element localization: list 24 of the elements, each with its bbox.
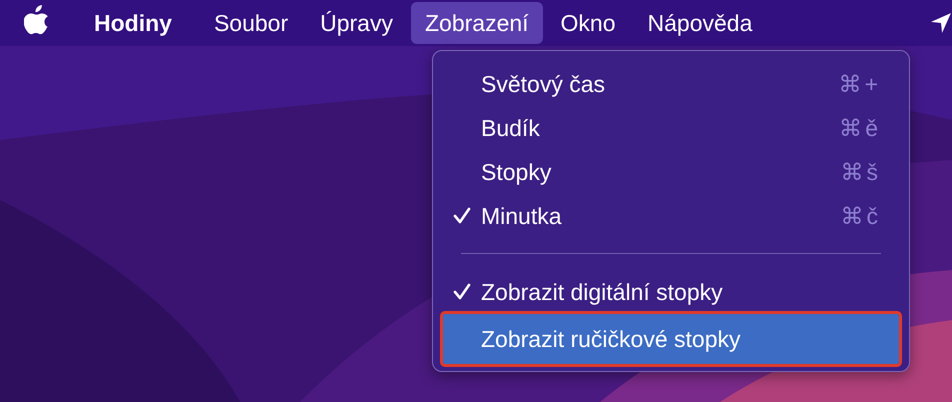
option-label: Minutka [481,202,563,230]
keyboard-shortcut: ⌘ě [839,114,881,142]
menu-item[interactable]: Okno [546,2,630,44]
apple-icon[interactable] [24,5,50,35]
option-label: Světový čas [481,70,606,98]
menu-item[interactable]: Úpravy [306,2,407,44]
menu-item[interactable]: Zobrazení [410,2,543,44]
keyboard-shortcut: ⌘+ [838,70,881,98]
menu-item[interactable]: Soubor [200,2,302,44]
option-label: Zobrazit digitální stopky [481,278,724,306]
keyboard-shortcut: ⌘č [840,202,881,230]
location-arrow-icon[interactable] [930,12,952,34]
app-menu[interactable]: Hodiny [80,2,186,44]
menu-option[interactable]: Zobrazit digitální stopky [443,270,899,314]
menu-option[interactable]: Minutka ⌘č [443,194,899,238]
option-label: Stopky [481,158,552,186]
menu-option[interactable]: Budík ⌘ě [443,106,899,150]
menu-option[interactable]: Světový čas ⌘+ [443,62,899,106]
menu-item[interactable]: Nápověda [634,2,766,44]
menu-option[interactable]: Zobrazit ručičkové stopky [443,314,899,364]
option-label: Zobrazit ručičkové stopky [481,326,742,352]
keyboard-shortcut: ⌘š [840,158,881,186]
menu-option[interactable]: Stopky ⌘š [443,150,899,194]
option-label: Budík [481,114,541,142]
